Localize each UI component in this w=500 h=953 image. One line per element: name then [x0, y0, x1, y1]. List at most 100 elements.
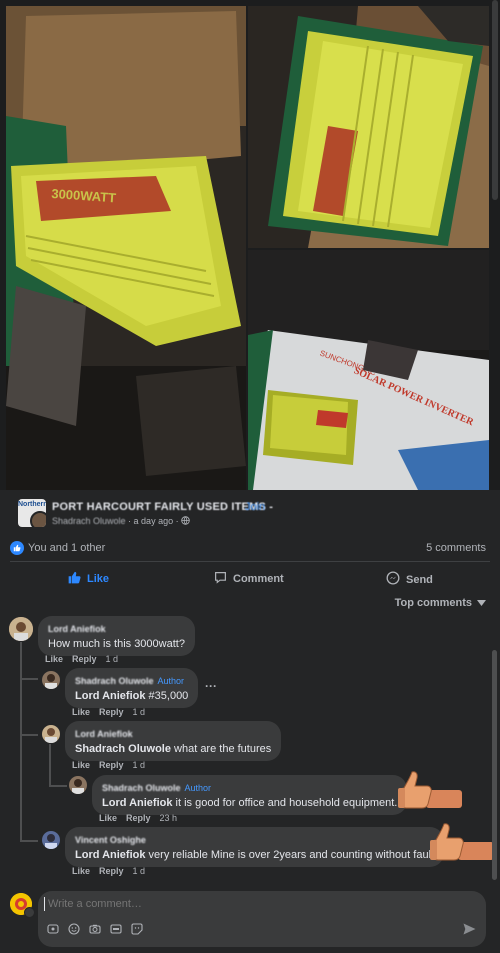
sort-label: Top comments: [394, 597, 472, 609]
thumbs-up-sticker-icon: [428, 822, 494, 866]
comment-time[interactable]: 1 d: [133, 760, 146, 770]
post-author[interactable]: Shadrach Oluwole: [52, 516, 126, 526]
comment-like-link[interactable]: Like: [72, 760, 90, 770]
comment-reply-link[interactable]: Reply: [126, 813, 151, 823]
comment-text: #35,000: [145, 690, 189, 702]
group-logo-text: Northern: [18, 501, 46, 508]
like-button[interactable]: Like: [68, 571, 109, 587]
commenter-name[interactable]: Shadrach Oluwole: [75, 676, 154, 686]
comment-count[interactable]: 5 comments: [426, 542, 486, 554]
comment-time[interactable]: 1 d: [133, 866, 146, 876]
comment-text: How much is this 3000watt?: [48, 638, 185, 650]
sticker-icon[interactable]: [130, 922, 143, 935]
gif-icon[interactable]: [109, 922, 122, 935]
comment-like-link[interactable]: Like: [99, 813, 117, 823]
comment-text: very reliable Mine is over 2years and co…: [145, 849, 435, 861]
photo-grid: 3000WATT SOLAR POWER INVERTER SUNCHONGLI…: [0, 0, 500, 490]
comment-composer: [38, 891, 486, 947]
thread-connector-4: [20, 840, 38, 842]
comment-text: what are the futures: [170, 743, 272, 755]
comment-input[interactable]: [46, 897, 430, 911]
text-cursor: [44, 897, 45, 911]
comment-bubble: Lord Aniefiok Shadrach Oluwole what are …: [65, 721, 282, 761]
comment-meta: Like Reply 1 d: [72, 760, 145, 770]
emoji-icon[interactable]: [67, 922, 80, 935]
comment-bubble: Shadrach Oluwole Author Lord Aniefiok #35…: [65, 668, 199, 708]
my-avatar[interactable]: [10, 893, 35, 918]
photo-inverter-box[interactable]: SOLAR POWER INVERTER SUNCHONGLIC: [248, 250, 489, 490]
commenter-name[interactable]: Shadrach Oluwole: [102, 783, 181, 793]
author-badge: Author: [157, 676, 185, 686]
commenter-name[interactable]: Lord Aniefiok: [48, 624, 106, 634]
send-label: Send: [406, 573, 433, 586]
comment-meta: Like Reply 1 d: [72, 707, 145, 717]
chevron-down-icon: [477, 597, 486, 609]
reaction-text: You and 1 other: [28, 542, 106, 554]
avatar-sticker-icon[interactable]: [46, 922, 59, 935]
divider: [10, 561, 490, 562]
like-icon: [10, 541, 24, 555]
post-time[interactable]: a day ago: [134, 516, 174, 526]
comment-like-link[interactable]: Like: [45, 654, 63, 664]
mention-link[interactable]: Lord Aniefiok: [75, 690, 145, 702]
comment-sort-dropdown[interactable]: Top comments: [395, 597, 486, 609]
comment-meta: Like Reply 23 h: [99, 813, 177, 823]
author-badge: Author: [184, 783, 212, 793]
commenter-avatar[interactable]: [42, 831, 60, 849]
group-name-separator: -: [266, 501, 274, 513]
comment-bubble: Lord Aniefiok How much is this 3000watt?: [38, 616, 195, 656]
mention-link[interactable]: Lord Aniefiok: [75, 849, 145, 861]
scrollbar-thumb-top[interactable]: [492, 0, 498, 200]
comment-time[interactable]: 1 d: [106, 654, 119, 664]
globe-icon: [181, 516, 190, 527]
comment-reply-link[interactable]: Reply: [99, 707, 124, 717]
reaction-summary[interactable]: You and 1 other: [10, 541, 105, 555]
scrollbar-thumb[interactable]: [492, 650, 497, 880]
comment-time[interactable]: 23 h: [160, 813, 178, 823]
comment-like-link[interactable]: Like: [72, 866, 90, 876]
comment-reply-link[interactable]: Reply: [99, 760, 124, 770]
comment-button[interactable]: Comment: [214, 571, 284, 587]
send-icon[interactable]: [463, 923, 476, 938]
camera-icon[interactable]: [88, 922, 101, 935]
commenter-avatar[interactable]: [42, 671, 60, 689]
photo-inverter-top-view[interactable]: [248, 6, 489, 248]
join-link[interactable]: Join: [245, 501, 265, 513]
group-logo[interactable]: Northern: [18, 499, 46, 527]
comment-reply-link[interactable]: Reply: [72, 654, 97, 664]
comment-reply-link[interactable]: Reply: [99, 866, 124, 876]
chevron-down-icon[interactable]: [24, 907, 35, 918]
commenter-avatar[interactable]: [69, 776, 87, 794]
comment-time[interactable]: 1 d: [133, 707, 146, 717]
comment-like-link[interactable]: Like: [72, 707, 90, 717]
commenter-name[interactable]: Lord Aniefiok: [75, 729, 133, 739]
comment-text: it is good for office and household equi…: [172, 797, 398, 809]
thread-connector-3: [49, 785, 67, 787]
photo-inverter-open-box[interactable]: 3000WATT: [6, 6, 246, 490]
like-icon: [68, 571, 81, 587]
mention-link[interactable]: Shadrach Oluwole: [75, 743, 171, 755]
comment-bubble: Shadrach Oluwole Author Lord Aniefiok it …: [92, 775, 408, 815]
more-options-button[interactable]: ···: [205, 679, 217, 693]
group-name: PORT HARCOURT FAIRLY USED ITEMS: [52, 501, 266, 513]
thread-connector-2: [20, 734, 38, 736]
comment-label: Comment: [233, 573, 284, 585]
thread-line-main: [20, 642, 22, 842]
like-label: Like: [87, 573, 110, 585]
send-button[interactable]: Send: [386, 571, 433, 588]
mention-link[interactable]: Lord Aniefiok: [102, 797, 172, 809]
composer-tools: [46, 922, 143, 935]
commenter-name[interactable]: Vincent Oshighe: [75, 835, 146, 845]
thread-connector-1: [20, 678, 38, 680]
commenter-avatar[interactable]: [9, 617, 33, 641]
comment-icon: [214, 571, 227, 587]
post-actions: Like Comment Send: [0, 566, 500, 590]
commenter-avatar[interactable]: [42, 725, 60, 743]
messenger-icon: [386, 571, 400, 588]
thumbs-up-sticker-icon: [396, 770, 462, 814]
post-meta: Shadrach Oluwole · a day ago ·: [52, 516, 190, 527]
comment-bubble: Vincent Oshighe Lord Aniefiok very relia…: [65, 827, 445, 867]
group-name-link[interactable]: PORT HARCOURT FAIRLY USED ITEMS -: [52, 501, 273, 513]
author-avatar-mini: [30, 511, 46, 527]
comment-meta: Like Reply 1 d: [45, 654, 118, 664]
